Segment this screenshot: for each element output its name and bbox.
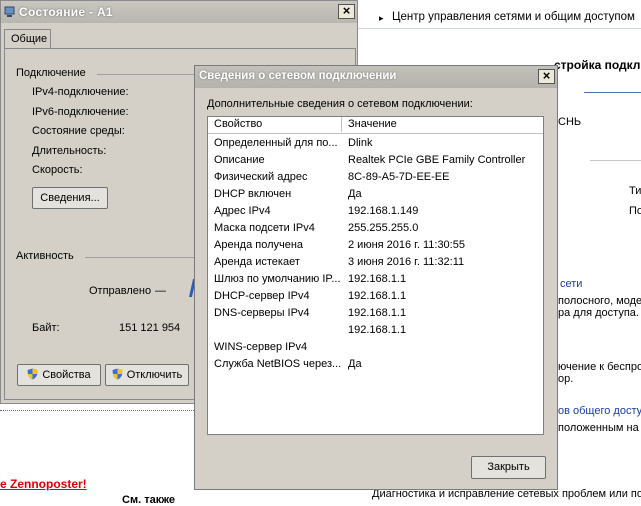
row-value: 8C-89-A5-7D-EE-EE	[348, 171, 450, 183]
row-property: WINS-сервер IPv4	[214, 341, 308, 353]
shared-access-link[interactable]: ов общего досту	[558, 405, 641, 417]
details-label: Дополнительные сведения о сетевом подклю…	[207, 98, 473, 110]
access-text: ра для доступа.	[558, 307, 639, 319]
see-also-heading: См. также	[122, 494, 175, 506]
table-row[interactable]: Шлюз по умолчанию IP... 192.168.1.1	[208, 271, 543, 288]
row-value: 192.168.1.1	[348, 290, 407, 302]
table-row[interactable]: WINS-сервер IPv4	[208, 339, 543, 356]
table-row[interactable]: Описание Realtek PCIe GBE Family Controll…	[208, 152, 543, 169]
row-property: Шлюз по умолчанию IP...	[214, 273, 341, 285]
row-value: 192.168.1.149	[348, 205, 419, 217]
zennoposter-link[interactable]: e Zennoposter!	[0, 477, 87, 491]
row-property: DHCP-сервер IPv4	[214, 290, 310, 302]
network-link[interactable]: сети	[560, 278, 582, 290]
details-dialog: Сведения о сетевом подключении × Дополни…	[194, 65, 558, 490]
network-icon	[4, 6, 15, 17]
row-property: Служба NetBIOS через...	[214, 358, 342, 370]
table-row[interactable]: DHCP включен Да	[208, 186, 543, 203]
table-row[interactable]: Адрес IPv4 192.168.1.149	[208, 203, 543, 220]
details-button[interactable]: Сведения...	[32, 187, 108, 209]
row-value: 192.168.1.1	[348, 307, 407, 319]
row-value: Realtek PCIe GBE Family Controller	[348, 154, 526, 166]
bytes-sent-value: 151 121 954	[119, 322, 181, 334]
table-row[interactable]: Служба NetBIOS через... Да	[208, 356, 543, 373]
network-center-heading: стройка подкл	[554, 58, 641, 72]
column-value-label: Значение	[348, 118, 397, 130]
row-property: DNS-серверы IPv4	[214, 307, 310, 319]
table-row[interactable]: Определенный для по... Dlink	[208, 135, 543, 152]
uac-shield-icon	[112, 368, 123, 380]
row-value: Да	[348, 188, 362, 200]
column-property[interactable]: Свойство	[208, 117, 342, 132]
close-button[interactable]: ×	[338, 4, 355, 19]
table-row[interactable]: Физический адрес 8C-89-A5-7D-EE-EE	[208, 169, 543, 186]
properties-button[interactable]: Свойства	[17, 364, 101, 386]
row-value: 2 июня 2016 г. 11:30:55	[348, 239, 465, 251]
row-property: Описание	[214, 154, 265, 166]
row-property: Аренда истекает	[214, 256, 300, 268]
uac-shield-icon	[27, 368, 38, 380]
disable-button-label: Отключить	[126, 369, 183, 381]
properties-button-label: Свойства	[42, 369, 91, 381]
row-value: 192.168.1.1	[348, 273, 407, 285]
connection-group-label: Подключение	[16, 67, 86, 79]
ipv6-label: IPv6-подключение:	[32, 106, 129, 118]
row-value: Да	[348, 358, 362, 370]
row-value: 3 июня 2016 г. 11:32:11	[348, 256, 465, 268]
activity-group-label: Активность	[16, 250, 74, 262]
column-property-label: Свойство	[214, 118, 263, 130]
details-title-bar[interactable]: Сведения о сетевом подключении ×	[195, 66, 557, 88]
sent-dash: —	[155, 285, 166, 297]
ipv4-label: IPv4-подключение:	[32, 86, 129, 98]
status-title-bar[interactable]: Состояние - A1 ×	[1, 1, 357, 23]
breadcrumb-arrow-icon: ▸	[379, 13, 384, 23]
details-list[interactable]: Свойство Значение Определенный для по...…	[207, 116, 544, 435]
heading-divider	[584, 92, 641, 93]
speed-label: Скорость:	[32, 164, 83, 176]
row-property: Аренда получена	[214, 239, 304, 251]
tab-general[interactable]: Общие	[4, 29, 51, 49]
duration-label: Длительность:	[32, 145, 107, 157]
details-close-button[interactable]: ×	[538, 69, 555, 84]
breadcrumb[interactable]: Центр управления сетями и общим доступом	[392, 11, 635, 23]
table-row[interactable]: DHCP-сервер IPv4 192.168.1.1	[208, 288, 543, 305]
sent-label: Отправлено	[89, 285, 152, 297]
tab-general-label: Общие	[11, 33, 48, 45]
address-bar[interactable]: ▸ Центр управления сетями и общим доступ…	[350, 6, 641, 29]
broadband-text: полосного, модем	[558, 295, 641, 307]
row-value: 255.255.255.0	[348, 222, 419, 234]
column-value[interactable]: Значение	[342, 117, 542, 132]
details-title: Сведения о сетевом подключении	[199, 70, 397, 82]
row-property: Физический адрес	[214, 171, 308, 183]
row-value: Dlink	[348, 137, 373, 149]
side-text-2: Ти	[629, 185, 641, 197]
status-title: Состояние - A1	[19, 5, 113, 19]
table-row[interactable]: Маска подсети IPv4 255.255.255.0	[208, 220, 543, 237]
bytes-label: Байт:	[32, 322, 60, 334]
table-row[interactable]: Аренда истекает 3 июня 2016 г. 11:32:11	[208, 254, 543, 271]
table-row[interactable]: Аренда получена 2 июня 2016 г. 11:30:55	[208, 237, 543, 254]
close-dialog-button[interactable]: Закрыть	[471, 456, 546, 479]
disable-button[interactable]: Отключить	[105, 364, 189, 386]
row-property: Маска подсети IPv4	[214, 222, 315, 234]
wireless-text: ючение к беспро	[558, 361, 641, 373]
separator	[590, 160, 641, 161]
side-text-1: СНЬ	[558, 116, 582, 128]
row-value: 192.168.1.1	[348, 324, 407, 336]
row-property: DHCP включен	[214, 188, 292, 200]
or-text: ор.	[558, 373, 574, 385]
table-row[interactable]: DNS-серверы IPv4 192.168.1.1	[208, 305, 543, 322]
placed-text: положенным на др	[558, 422, 641, 434]
row-property: Адрес IPv4	[214, 205, 271, 217]
list-header: Свойство Значение	[208, 117, 543, 134]
row-property: Определенный для по...	[214, 137, 338, 149]
table-row[interactable]: 192.168.1.1	[208, 322, 543, 339]
side-text-3: По	[629, 205, 641, 217]
media-state-label: Состояние среды:	[32, 125, 125, 137]
